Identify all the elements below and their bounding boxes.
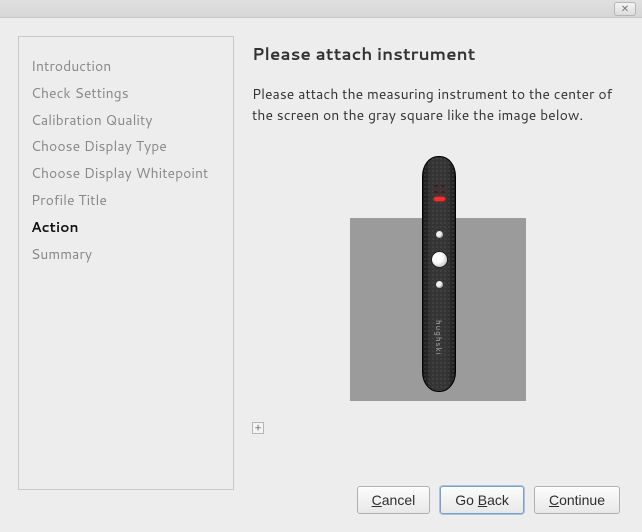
sidebar-item-label: Check Settings [31, 83, 129, 103]
sidebar-item-label: Choose Display Type [31, 136, 167, 156]
dialog-content: Introduction Check Settings Calibration … [0, 18, 642, 504]
sidebar-item-label: Introduction [31, 56, 111, 76]
expand-icon[interactable]: + [252, 422, 264, 434]
continue-button[interactable]: Continue [534, 486, 620, 514]
go-back-button[interactable]: Go Back [440, 486, 524, 514]
sidebar-item-label: Calibration Quality [31, 110, 153, 130]
titlebar: ✕ [0, 0, 642, 18]
sidebar: Introduction Check Settings Calibration … [18, 36, 234, 490]
sidebar-item-profile-title[interactable]: Profile Title [29, 187, 223, 214]
instrument-brand: hughski [433, 320, 445, 356]
sidebar-item-introduction[interactable]: Introduction [29, 53, 223, 80]
page-title: Please attach instrument [252, 42, 622, 66]
sidebar-item-label: Choose Display Whitepoint [31, 163, 208, 183]
instrument-icon: hughski [422, 156, 456, 392]
sidebar-item-label: Summary [31, 244, 92, 264]
instrument-illustration: hughski [257, 156, 617, 416]
sidebar-item-label: Profile Title [31, 190, 107, 210]
sidebar-item-label: Action [31, 217, 79, 237]
cancel-button[interactable]: Cancel [357, 486, 431, 514]
sidebar-item-calibration-quality[interactable]: Calibration Quality [29, 107, 223, 134]
page-description: Please attach the measuring instrument t… [252, 84, 622, 126]
sidebar-item-choose-display-type[interactable]: Choose Display Type [29, 133, 223, 160]
main-pane: Please attach instrument Please attach t… [252, 36, 622, 490]
close-icon[interactable]: ✕ [614, 2, 636, 16]
sidebar-item-summary[interactable]: Summary [29, 241, 223, 268]
sidebar-item-action[interactable]: Action [29, 214, 223, 241]
sidebar-item-choose-display-whitepoint[interactable]: Choose Display Whitepoint [29, 160, 223, 187]
button-row: Cancel Go Back Continue [357, 486, 620, 514]
sidebar-item-check-settings[interactable]: Check Settings [29, 80, 223, 107]
